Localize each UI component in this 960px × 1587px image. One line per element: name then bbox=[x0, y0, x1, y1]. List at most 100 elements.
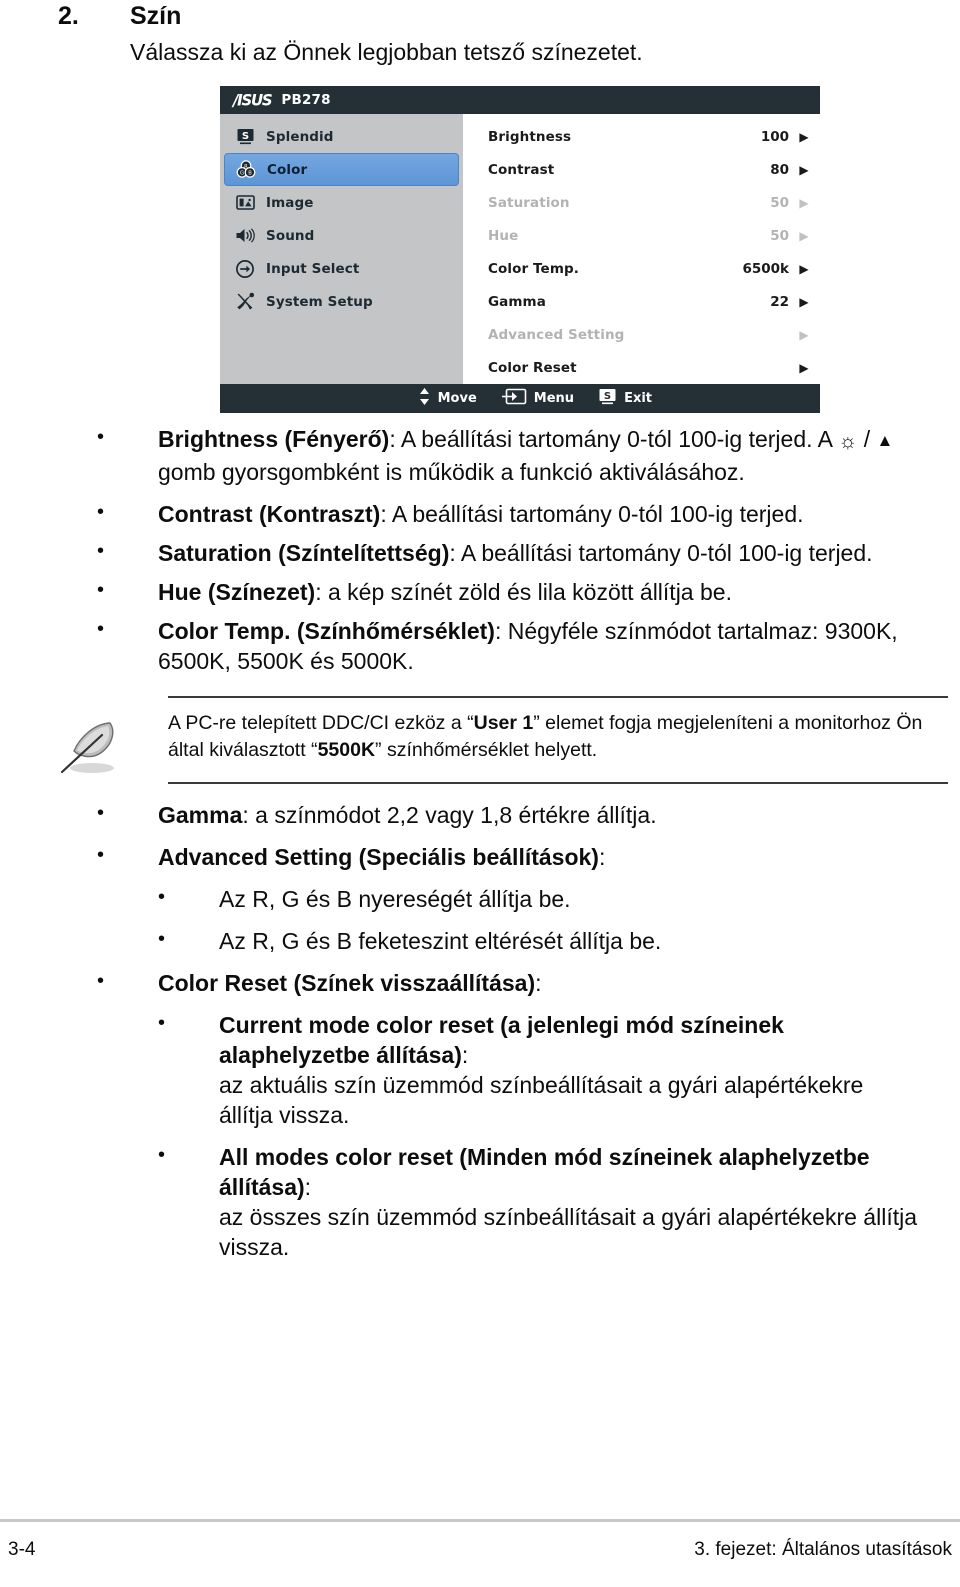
note-part3: ” színhőmérséklet helyett. bbox=[375, 739, 598, 761]
bullet-body: : bbox=[535, 970, 542, 996]
page-number: 3-4 bbox=[8, 1539, 36, 1560]
note-rule-bottom bbox=[168, 782, 948, 784]
color-rgb-icon: R G B bbox=[236, 160, 256, 180]
svg-text:S: S bbox=[241, 131, 248, 142]
svg-text:S: S bbox=[604, 391, 611, 402]
up-down-arrows-icon bbox=[418, 387, 431, 410]
up-triangle-icon: ▲ bbox=[876, 431, 894, 450]
bullet-dot: • bbox=[158, 886, 166, 908]
tools-icon bbox=[235, 292, 255, 312]
bullet-text: Color Reset (Színek visszaállítása): bbox=[158, 968, 542, 998]
bullet-all-modes-reset: • All modes color reset (Minden mód szín… bbox=[0, 1142, 960, 1262]
bullet-hue: • Hue (Színezet): a kép színét zöld és l… bbox=[0, 577, 960, 607]
bullet-dot: • bbox=[97, 802, 105, 824]
bullet-text: Saturation (Színtelítettség): A beállítá… bbox=[158, 538, 873, 568]
sidebar-item-splendid[interactable]: S Splendid bbox=[224, 120, 459, 153]
bullet-current-mode-reset: • Current mode color reset (a jelenlegi … bbox=[0, 1010, 960, 1130]
osd-footer-move[interactable]: Move bbox=[418, 387, 477, 410]
osd-row-color-temp[interactable]: Color Temp. 6500k ▶ bbox=[466, 252, 820, 285]
osd-row-label: Brightness bbox=[488, 128, 572, 145]
note-bold-user1: User 1 bbox=[473, 712, 534, 734]
osd-model-name: PB278 bbox=[281, 92, 331, 108]
splendid-icon: S bbox=[235, 127, 255, 147]
osd-row-value: 50 bbox=[770, 194, 789, 211]
bullet-term: Gamma bbox=[158, 802, 243, 828]
bullet-colon: : bbox=[461, 1042, 469, 1068]
sidebar-item-system-setup[interactable]: System Setup bbox=[224, 285, 459, 318]
osd-settings-list: Brightness 100 ▶ Contrast 80 ▶ Saturatio… bbox=[466, 114, 820, 384]
osd-footer-label: Move bbox=[437, 391, 477, 406]
chevron-right-icon: ▶ bbox=[799, 129, 809, 144]
osd-footer-label: Exit bbox=[624, 391, 652, 406]
svg-text:R: R bbox=[244, 164, 248, 170]
osd-row-label: Gamma bbox=[488, 293, 546, 310]
bullet-dot: • bbox=[97, 970, 105, 992]
osd-row-gamma[interactable]: Gamma 22 ▶ bbox=[466, 285, 820, 318]
bullet-dot: • bbox=[97, 618, 105, 640]
osd-row-contrast[interactable]: Contrast 80 ▶ bbox=[466, 153, 820, 186]
sidebar-item-image[interactable]: Image bbox=[224, 186, 459, 219]
sidebar-item-input-select[interactable]: Input Select bbox=[224, 252, 459, 285]
bullet-body: : bbox=[598, 844, 606, 870]
chevron-right-icon: ▶ bbox=[799, 360, 809, 375]
bullet-saturation: • Saturation (Színtelítettség): A beállí… bbox=[0, 538, 960, 568]
chapter-label: 3. fejezet: Általános utasítások bbox=[694, 1539, 952, 1560]
sidebar-item-color[interactable]: R G B Color bbox=[224, 153, 459, 186]
osd-titlebar: /ISUS PB278 bbox=[220, 86, 820, 114]
bullet-dot: • bbox=[97, 426, 105, 448]
osd-footer-exit[interactable]: S Exit bbox=[598, 387, 652, 410]
bullet-body: : A beállítási tartomány 0-tól 100-ig te… bbox=[389, 426, 839, 452]
page-footer: 3-4 3. fejezet: Általános utasítások bbox=[0, 1497, 960, 1587]
bullet-text: Brightness (Fényerő): A beállítási tarto… bbox=[158, 424, 948, 487]
speaker-icon bbox=[235, 226, 255, 246]
osd-footer-menu[interactable]: Menu bbox=[501, 388, 574, 409]
sun-icon: ☼ bbox=[838, 430, 858, 453]
asus-logo-icon: /ISUS bbox=[233, 90, 273, 110]
bullet-body: : A beállítási tartomány 0-tól 100-ig te… bbox=[380, 501, 804, 527]
bullet-brightness: • Brightness (Fényerő): A beállítási tar… bbox=[0, 424, 960, 487]
bullet-term: Color Reset (Színek visszaállítása) bbox=[158, 970, 536, 996]
note-part1: A PC-re telepített DDC/CI ezköz a “ bbox=[168, 712, 474, 734]
bullet-text: Color Temp. (Színhőmérséklet): Négyféle … bbox=[158, 616, 948, 676]
osd-menu: /ISUS PB278 S Splendid R G B Color Image… bbox=[220, 86, 820, 413]
bullet-term: Contrast (Kontraszt) bbox=[158, 501, 381, 527]
image-icon bbox=[235, 193, 255, 213]
osd-footer-label: Menu bbox=[533, 391, 575, 406]
bullet-dot: • bbox=[97, 540, 105, 562]
osd-row-label: Advanced Setting bbox=[488, 326, 625, 343]
bullet-advanced-sub2: • Az R, G és B feketeszint eltérését áll… bbox=[0, 926, 960, 956]
osd-row-value: 6500k bbox=[742, 260, 789, 277]
chevron-right-icon: ▶ bbox=[799, 327, 809, 342]
splendid-s-icon: S bbox=[598, 387, 617, 410]
bullet-dot: • bbox=[158, 928, 166, 950]
bullet-term: All modes color reset (Minden mód színei… bbox=[219, 1144, 870, 1200]
bullet-body: : a kép színét zöld és lila között állít… bbox=[315, 579, 732, 605]
input-select-icon bbox=[235, 259, 255, 279]
bullet-text: Current mode color reset (a jelenlegi mó… bbox=[219, 1010, 919, 1130]
chevron-right-icon: ▶ bbox=[799, 195, 809, 210]
bullet-advanced-sub1: • Az R, G és B nyereségét állítja be. bbox=[0, 884, 960, 914]
osd-sidebar: S Splendid R G B Color Image Sound Input… bbox=[220, 114, 463, 384]
bullet-body: az aktuális szín üzemmód színbeállításai… bbox=[219, 1072, 864, 1128]
sidebar-item-sound[interactable]: Sound bbox=[224, 219, 459, 252]
sidebar-item-label: Image bbox=[266, 194, 314, 211]
bullet-term: Saturation (Színtelítettség) bbox=[158, 540, 450, 566]
chevron-right-icon: ▶ bbox=[799, 162, 809, 177]
svg-text:B: B bbox=[248, 171, 252, 177]
note-bold-5500k: 5500K bbox=[317, 739, 376, 761]
menu-enter-icon bbox=[501, 388, 527, 409]
bullet-dot: • bbox=[158, 1012, 166, 1034]
bullet-text: Advanced Setting (Speciális beállítások)… bbox=[158, 842, 605, 872]
osd-row-color-reset[interactable]: Color Reset ▶ bbox=[466, 351, 820, 384]
bullet-contrast: • Contrast (Kontraszt): A beállítási tar… bbox=[0, 499, 960, 529]
osd-row-saturation[interactable]: Saturation 50 ▶ bbox=[466, 186, 820, 219]
sidebar-item-label: Splendid bbox=[266, 128, 334, 145]
note-rule-top bbox=[168, 696, 948, 698]
osd-row-label: Saturation bbox=[488, 194, 570, 211]
osd-row-brightness[interactable]: Brightness 100 ▶ bbox=[466, 120, 820, 153]
bullet-text: Az R, G és B nyereségét állítja be. bbox=[219, 886, 571, 912]
bullet-term: Color Temp. (Színhőmérséklet) bbox=[158, 618, 495, 644]
osd-row-advanced-setting[interactable]: Advanced Setting ▶ bbox=[466, 318, 820, 351]
osd-row-hue[interactable]: Hue 50 ▶ bbox=[466, 219, 820, 252]
osd-row-value: 50 bbox=[770, 227, 789, 244]
